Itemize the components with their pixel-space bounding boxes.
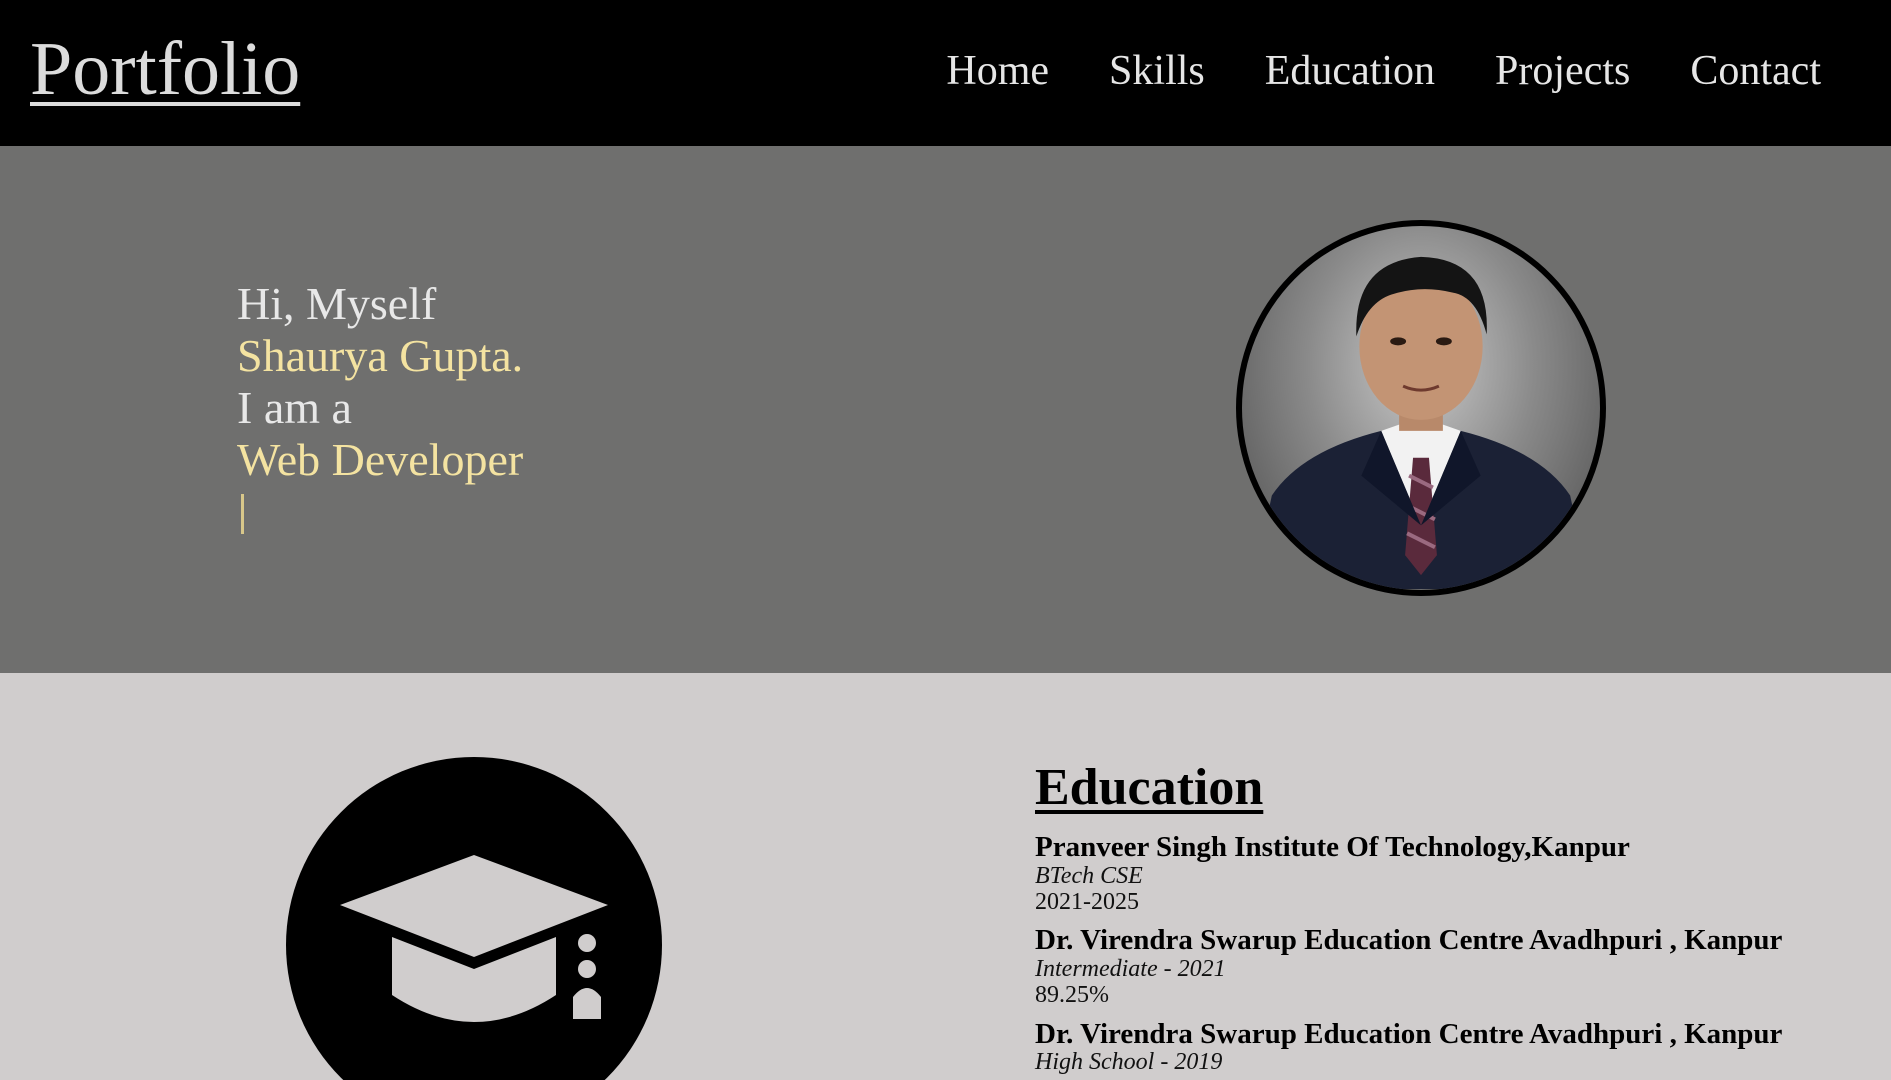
school-name: Dr. Virendra Swarup Education Centre Ava…	[1035, 1017, 1783, 1050]
graduation-cap-svg	[286, 757, 662, 1080]
degree-text: High School - 2019	[1035, 1049, 1223, 1076]
role-prefix-text: I am a	[237, 382, 352, 433]
score-text: 89.25%	[1035, 982, 1109, 1009]
education-section: Education Pranveer Singh Institute Of Te…	[0, 673, 1891, 1080]
education-entry: Dr. Virendra Swarup Education Centre Ava…	[1035, 1017, 1875, 1076]
hero-section: Hi, Myself Shaurya Gupta. I am a Web Dev…	[0, 146, 1891, 673]
score-text: 2021-2025	[1035, 889, 1139, 916]
graduation-cap-icon	[286, 757, 662, 1080]
education-title: Education	[1035, 759, 1264, 816]
profile-photo	[1236, 220, 1606, 596]
name-text: Shaurya Gupta.	[237, 330, 524, 381]
nav-link-skills[interactable]: Skills	[1109, 48, 1205, 94]
education-entry: Dr. Virendra Swarup Education Centre Ava…	[1035, 925, 1875, 1008]
profile-photo-illustration	[1251, 256, 1591, 589]
education-content: Education Pranveer Singh Institute Of Te…	[1035, 759, 1875, 1080]
degree-text: Intermediate - 2021	[1035, 955, 1226, 982]
typing-cursor	[241, 494, 244, 534]
greeting-text: Hi, Myself	[237, 278, 437, 329]
role-text: Web Developer	[237, 434, 524, 485]
nav-link-contact[interactable]: Contact	[1690, 48, 1821, 94]
school-name: Pranveer Singh Institute Of Technology,K…	[1035, 831, 1630, 864]
degree-text: BTech CSE	[1035, 862, 1143, 889]
brand-logo[interactable]: Portfolio	[30, 27, 300, 112]
nav-links: Home Skills Education Projects Contact	[886, 48, 1821, 94]
intro-text: Hi, Myself Shaurya Gupta. I am a Web Dev…	[237, 278, 523, 534]
school-name: Dr. Virendra Swarup Education Centre Ava…	[1035, 924, 1783, 957]
education-entry: Pranveer Singh Institute Of Technology,K…	[1035, 832, 1875, 915]
nav-link-projects[interactable]: Projects	[1495, 48, 1630, 94]
nav-link-education[interactable]: Education	[1265, 48, 1435, 94]
nav-link-home[interactable]: Home	[946, 48, 1049, 94]
navbar: Portfolio Home Skills Education Projects…	[0, 0, 1891, 146]
